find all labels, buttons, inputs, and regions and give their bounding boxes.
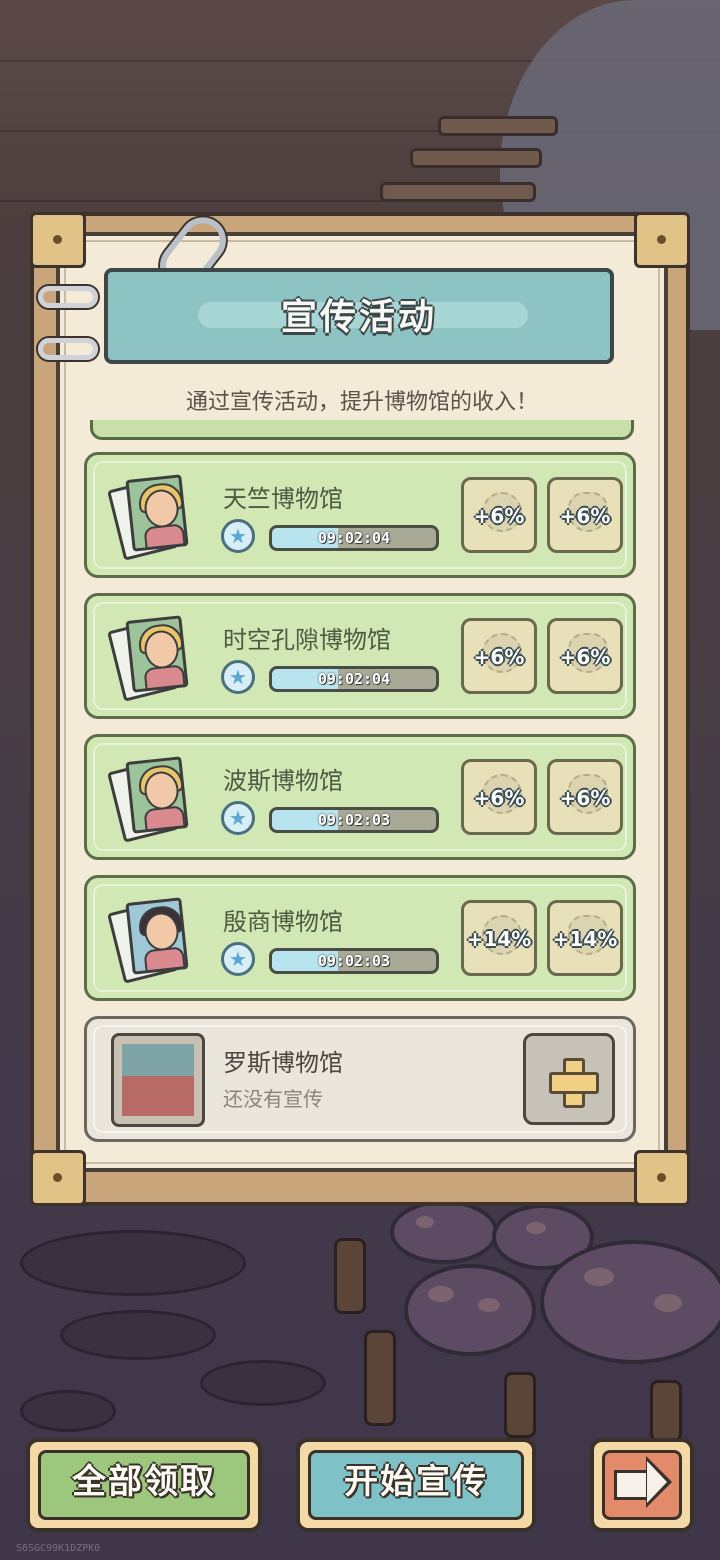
museum-name: 时空孔隙博物馆: [223, 626, 391, 654]
binder-ring-icon: [38, 286, 98, 308]
fence-post: [334, 1238, 366, 1314]
campaign-card[interactable]: 时空孔隙博物馆 ★ 09:02:04 +6% +6%: [84, 593, 636, 719]
dialog-title: 宣传活动: [280, 297, 437, 338]
hat-bonus-button[interactable]: +14%: [547, 900, 623, 976]
star-icon: ★: [221, 519, 255, 553]
corner-bracket: [30, 212, 86, 268]
timer-text: 09:02:03: [317, 811, 391, 829]
museum-name: 波斯博物馆: [223, 767, 343, 795]
stone: [20, 1230, 246, 1296]
bonus-value: +14%: [552, 927, 618, 951]
ribbon-bonus-button[interactable]: +6%: [461, 618, 537, 694]
portrait-photos-icon: [107, 614, 191, 702]
binder-ring-icon: [38, 338, 98, 360]
timer-text: 09:02:04: [317, 670, 391, 688]
stair-step: [438, 116, 558, 136]
campaign-card[interactable]: 波斯博物馆 ★ 09:02:03 +6% +6%: [84, 734, 636, 860]
mushroom: [404, 1264, 536, 1356]
timer-text: 09:02:04: [317, 529, 391, 547]
start-campaign-label: 开始宣传: [344, 1462, 488, 1502]
collect-all-button[interactable]: 全部领取: [26, 1438, 262, 1532]
bonus-value: +6%: [473, 645, 525, 669]
hat-bonus-button[interactable]: +6%: [547, 618, 623, 694]
add-campaign-button[interactable]: [523, 1033, 615, 1125]
dialog-subtitle: 通过宣传活动，提升博物馆的收入！: [185, 390, 538, 415]
fence-post: [650, 1380, 682, 1442]
ribbon-bonus-button[interactable]: +6%: [461, 477, 537, 553]
next-button[interactable]: [590, 1438, 694, 1532]
timer-bar: 09:02:03: [269, 948, 439, 974]
portrait-photos-icon: [107, 896, 191, 984]
bonus-value: +14%: [466, 927, 532, 951]
mushroom: [540, 1240, 720, 1364]
fence-post: [504, 1372, 536, 1438]
portrait-photos-icon: [107, 755, 191, 843]
mushroom: [390, 1200, 498, 1264]
stone: [200, 1360, 326, 1406]
stone: [60, 1310, 216, 1360]
ribbon-bonus-button[interactable]: +14%: [461, 900, 537, 976]
museum-thumbnail: [111, 1033, 205, 1127]
timer-bar: 09:02:04: [269, 525, 439, 551]
museum-name: 罗斯博物馆: [223, 1049, 343, 1077]
hat-bonus-button[interactable]: +6%: [547, 759, 623, 835]
title-banner: 宣传活动: [104, 268, 614, 364]
hat-bonus-button[interactable]: +6%: [547, 477, 623, 553]
locked-campaign-card[interactable]: 罗斯博物馆 还没有宣传: [84, 1016, 636, 1142]
ribbon-bonus-button[interactable]: +6%: [461, 759, 537, 835]
corner-bracket: [634, 1150, 690, 1206]
corner-bracket: [30, 1150, 86, 1206]
stone: [20, 1390, 116, 1432]
bonus-value: +6%: [559, 786, 611, 810]
bonus-value: +6%: [559, 504, 611, 528]
campaign-status: 还没有宣传: [223, 1087, 323, 1111]
campaign-card[interactable]: 天竺博物馆 ★ 09:02:04 +6% +6%: [84, 452, 636, 578]
star-icon: ★: [221, 801, 255, 835]
star-icon: ★: [221, 660, 255, 694]
bonus-value: +6%: [473, 786, 525, 810]
scrolled-card-edge: [90, 420, 634, 440]
museum-name: 殷商博物馆: [223, 908, 343, 936]
bonus-value: +6%: [473, 504, 525, 528]
stair-step: [410, 148, 542, 168]
fence-post: [364, 1330, 396, 1426]
star-icon: ★: [221, 942, 255, 976]
portrait-photos-icon: [107, 473, 191, 561]
campaign-card[interactable]: 殷商博物馆 ★ 09:02:03 +14% +14%: [84, 875, 636, 1001]
bonus-value: +6%: [559, 645, 611, 669]
timer-bar: 09:02:03: [269, 807, 439, 833]
museum-name: 天竺博物馆: [223, 485, 343, 513]
timer-text: 09:02:03: [317, 952, 391, 970]
timer-bar: 09:02:04: [269, 666, 439, 692]
stair-step: [380, 182, 536, 202]
collect-all-label: 全部领取: [72, 1462, 216, 1502]
corner-bracket: [634, 212, 690, 268]
start-campaign-button[interactable]: 开始宣传: [296, 1438, 536, 1532]
watermark-code: S6SGC99K1DZPK0: [16, 1543, 101, 1554]
